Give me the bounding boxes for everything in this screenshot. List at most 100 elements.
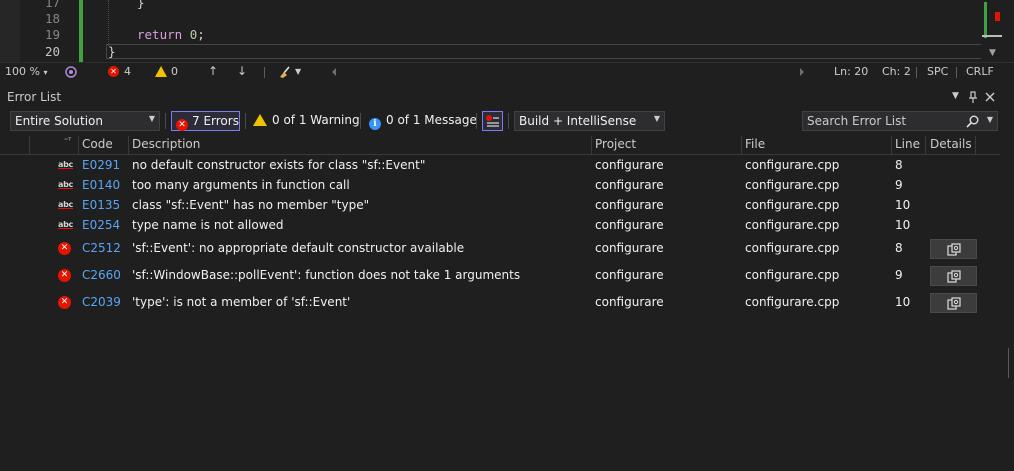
indent-mode[interactable]: SPC	[927, 65, 948, 78]
source-dropdown[interactable]: Build + IntelliSense ▼	[514, 111, 665, 131]
scope-dropdown[interactable]: Entire Solution ▼	[10, 111, 160, 131]
pin-icon[interactable]	[968, 91, 978, 103]
errors-filter-label: 7 Errors	[192, 114, 239, 128]
editor-horizontal-scrollbar[interactable]	[330, 67, 810, 77]
error-count[interactable]: 4	[124, 65, 131, 78]
intellisense-error-icon: abc	[58, 200, 73, 209]
error-list-scrollbar[interactable]	[1003, 136, 1014, 471]
sort-indicator-icon[interactable]: ⁼ᵀ	[64, 136, 71, 145]
separator	[360, 113, 361, 129]
indent-guide	[108, 0, 109, 46]
search-input[interactable]: Search Error List ▼	[802, 111, 998, 131]
error-project: configurare	[595, 178, 664, 192]
table-row[interactable]: abc E0135 class "sf::Event" has no membe…	[0, 198, 1000, 218]
code-line-17: }	[137, 0, 145, 10]
column-separator	[925, 136, 926, 154]
caret-line[interactable]: Ln: 20	[834, 65, 868, 78]
chevron-down-icon: ▼	[653, 114, 660, 123]
separator	[264, 67, 265, 78]
zoom-level[interactable]: 100 % ▾	[5, 65, 47, 78]
column-header-description[interactable]: Description	[132, 137, 200, 151]
error-description: 'sf::Event': no appropriate default cons…	[132, 241, 465, 255]
error-code-link[interactable]: C2660	[82, 268, 121, 282]
table-row[interactable]: abc E0140 too many arguments in function…	[0, 178, 1000, 198]
side-panel-edge	[1008, 348, 1014, 378]
zoom-value: 100 %	[5, 65, 40, 78]
separator	[956, 67, 957, 78]
caret-column[interactable]: Ch: 2	[882, 65, 911, 78]
column-header-code[interactable]: Code	[82, 137, 113, 151]
error-project: configurare	[595, 198, 664, 212]
broom-icon[interactable]	[278, 65, 292, 79]
window-menu-icon[interactable]: ▼	[952, 91, 959, 101]
column-header-project[interactable]: Project	[595, 137, 636, 151]
code-line-20: }	[108, 44, 116, 59]
warning-icon	[253, 114, 267, 126]
down-arrow-icon[interactable]: ↓	[237, 64, 247, 78]
chevron-down-icon: ▼	[148, 114, 155, 123]
error-code-link[interactable]: E0135	[82, 198, 120, 212]
column-separator	[78, 136, 79, 154]
table-row[interactable]: ✕ C2512 'sf::Event': no appropriate defa…	[0, 238, 1000, 265]
error-code-link[interactable]: E0291	[82, 158, 120, 172]
error-list-toolbar: Entire Solution ▼ ✕ 7 Errors 0 of 1 Warni…	[0, 108, 1014, 134]
error-icon: ✕	[108, 66, 119, 77]
error-file: configurare.cpp	[745, 268, 840, 282]
info-icon: i	[369, 118, 381, 130]
warning-count[interactable]: 0	[171, 65, 178, 78]
error-description: 'type': is not a member of 'sf::Event'	[132, 295, 351, 309]
error-project: configurare	[595, 295, 664, 309]
table-header: ⁼ᵀ Code Description Project File Line De…	[0, 136, 1000, 155]
error-project: configurare	[595, 268, 664, 282]
table-row[interactable]: abc E0254 type name is not allowed confi…	[0, 218, 1000, 238]
line-number-current: 20	[44, 44, 60, 59]
column-header-line[interactable]: Line	[895, 137, 920, 151]
chevron-down-icon[interactable]: ▼	[987, 115, 993, 124]
messages-filter-button[interactable]: i 0 of 1 Message	[365, 111, 481, 131]
separator	[165, 113, 166, 129]
column-separator	[975, 136, 976, 154]
error-code-link[interactable]: C2512	[82, 241, 121, 255]
error-line: 9	[895, 268, 903, 282]
intellisense-error-icon: abc	[58, 160, 73, 169]
copilot-icon[interactable]	[65, 66, 77, 79]
column-separator	[741, 136, 742, 154]
table-row[interactable]: ✕ C2039 'type': is not a member of 'sf::…	[0, 292, 1000, 319]
error-code-link[interactable]: E0254	[82, 218, 120, 232]
table-row[interactable]: ✕ C2660 'sf::WindowBase::pollEvent': fun…	[0, 265, 1000, 292]
search-icon[interactable]	[966, 115, 979, 128]
scroll-down-icon[interactable]: ▼	[989, 48, 996, 58]
filter-icon	[486, 115, 499, 127]
error-description: 'sf::WindowBase::pollEvent': function do…	[132, 268, 521, 282]
panel-title: Error List	[7, 90, 62, 104]
details-button[interactable]	[930, 293, 977, 313]
warnings-filter-button[interactable]: 0 of 1 Warning	[249, 111, 364, 131]
line-ending[interactable]: CRLF	[966, 65, 994, 78]
error-code-link[interactable]: C2039	[82, 295, 121, 309]
code-editor[interactable]: 17 18 19 20 } return 0; } ▼	[0, 0, 1014, 62]
error-file: configurare.cpp	[745, 218, 840, 232]
error-code-link[interactable]: E0140	[82, 178, 120, 192]
details-button[interactable]	[930, 239, 977, 259]
warning-icon	[155, 66, 167, 77]
details-button[interactable]	[930, 266, 977, 286]
copy-icon	[947, 243, 961, 256]
scrollbar-error-marker	[995, 12, 1000, 21]
column-separator	[591, 136, 592, 154]
close-icon[interactable]	[985, 92, 995, 102]
intellisense-error-icon: abc	[58, 180, 73, 189]
chevron-down-icon[interactable]: ▼	[295, 67, 301, 76]
error-file: configurare.cpp	[745, 241, 840, 255]
errors-filter-button[interactable]: ✕ 7 Errors	[171, 111, 240, 131]
error-project: configurare	[595, 241, 664, 255]
error-icon: ✕	[58, 242, 71, 255]
column-header-details[interactable]: Details	[930, 137, 972, 151]
filter-toggle-button[interactable]	[482, 111, 503, 131]
table-row[interactable]: abc E0291 no default constructor exists …	[0, 158, 1000, 178]
scope-value: Entire Solution	[15, 114, 103, 128]
up-arrow-icon[interactable]: ↑	[208, 64, 218, 78]
copy-icon	[947, 270, 961, 283]
intellisense-error-icon: abc	[58, 220, 73, 229]
column-header-file[interactable]: File	[745, 137, 765, 151]
current-line-highlight	[106, 44, 982, 59]
